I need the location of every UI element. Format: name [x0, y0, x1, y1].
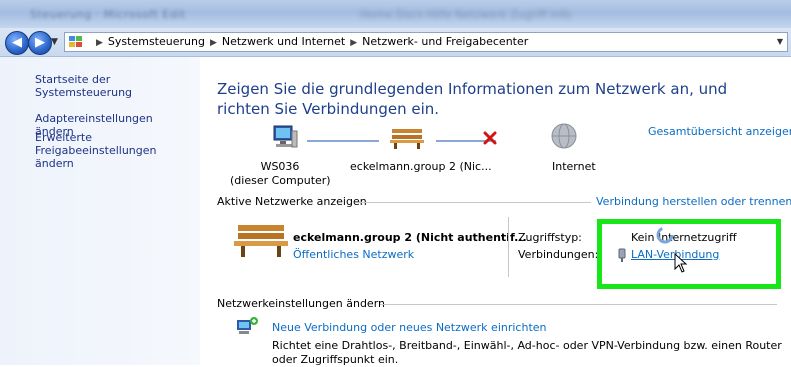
breadcrumb-item-netzwerk-internet[interactable]: Netzwerk und Internet: [222, 35, 345, 48]
bench-network-icon: [390, 129, 424, 149]
active-network-title: eckelmann.group 2 (Nicht authentif...: [293, 231, 527, 244]
breadcrumb-separator-icon: ▶: [96, 38, 103, 48]
page-title: Zeigen Sie die grundlegenden Information…: [217, 80, 728, 118]
breadcrumb-separator-icon[interactable]: ▶: [350, 38, 357, 48]
breadcrumb-separator-icon[interactable]: ▶: [210, 38, 217, 48]
back-button[interactable]: ◀: [5, 31, 29, 55]
computer-name: WS036: [260, 160, 300, 173]
title-bar: Steuerung · Microsoft Edit Home Docs Hil…: [0, 0, 791, 28]
network-settings-heading: Netzwerkeinstellungen ändern: [217, 297, 385, 310]
breadcrumb-item-systemsteuerung[interactable]: Systemsteuerung: [108, 35, 205, 48]
sidebar-item-startseite[interactable]: Startseite der Systemsteuerung: [35, 73, 195, 99]
highlight-box: [597, 219, 781, 289]
connect-disconnect-link[interactable]: Verbindung herstellen oder trennen: [596, 195, 791, 208]
main-content: Zeigen Sie die grundlegenden Information…: [200, 57, 791, 366]
link-line-computer-network: [307, 140, 379, 142]
bench-network-large-icon: [234, 225, 288, 257]
active-networks-heading: Aktive Netzwerke anzeigen: [217, 195, 367, 208]
overview-link[interactable]: Gesamtübersicht anzeigen: [648, 125, 791, 138]
address-field[interactable]: ▶ Systemsteuerung ▶ Netzwerk und Internet ▶ N…: [64, 32, 788, 52]
address-bar: ◀ ▶ ▼ ▶ Systemsteuerung ▶ Netzwerk und Inte…: [0, 28, 791, 57]
address-dropdown-icon[interactable]: ▼: [777, 37, 783, 46]
access-type-label: Zugriffstyp:: [518, 231, 582, 244]
new-connection-icon: [237, 317, 258, 334]
window-title: Steuerung · Microsoft Edit: [30, 8, 186, 21]
history-dropdown-icon[interactable]: ▼: [51, 37, 58, 47]
breadcrumb: ▶ Systemsteuerung ▶ Netzwerk und Internet ▶ N…: [91, 35, 528, 48]
new-connection-description: Richtet eine Drahtlos-, Breitband-, Einw…: [272, 339, 782, 366]
divider: [380, 304, 777, 305]
connections-label: Verbindungen:: [518, 248, 599, 261]
control-panel-icon: [69, 36, 82, 47]
divider: [358, 202, 591, 203]
forward-button[interactable]: ▶: [28, 31, 52, 55]
network-type-link[interactable]: Öffentliches Netzwerk: [293, 248, 414, 261]
sidebar: Startseite der Systemsteuerung Adapterei…: [0, 57, 200, 365]
new-connection-link[interactable]: Neue Verbindung oder neues Netzwerk einr…: [272, 321, 547, 334]
no-connection-x-icon: [483, 131, 497, 145]
breadcrumb-item-freigabecenter[interactable]: Netzwerk- und Freigabecenter: [362, 35, 528, 48]
internet-label: Internet: [552, 160, 596, 173]
network-name-short: eckelmann.group 2 (Nic...: [350, 160, 492, 173]
vertical-divider: [508, 217, 509, 277]
computer-icon: [273, 125, 298, 148]
window-title-right: Home Docs Hilfe Netzwerk Zugriff Info: [360, 8, 572, 21]
computer-subtitle: (dieser Computer): [230, 174, 331, 187]
sidebar-item-freigabeeinstellungen[interactable]: Erweiterte Freigabeeinstellungen ändern: [35, 131, 190, 170]
globe-internet-icon: [551, 123, 577, 149]
